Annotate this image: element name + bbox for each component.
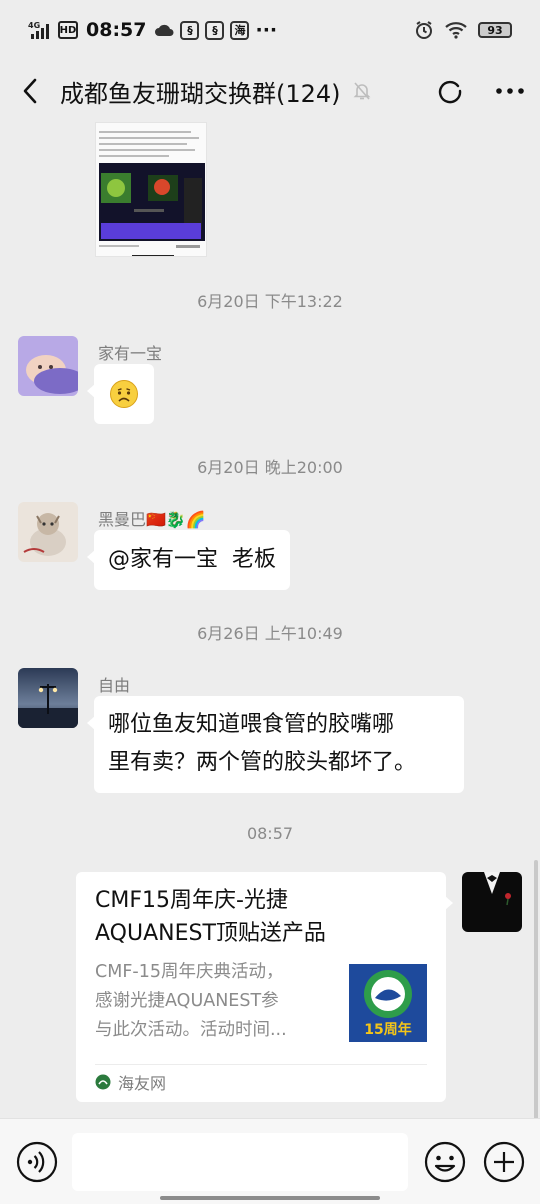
message-bubble[interactable]: @家有一宝 老板 xyxy=(87,530,290,590)
status-left: 4G HD 08:57 § § 海 ··· xyxy=(28,19,277,41)
alarm-icon xyxy=(416,21,432,39)
avatar[interactable] xyxy=(18,502,78,562)
battery-indicator: 93 xyxy=(478,22,512,38)
input-bar xyxy=(0,1118,540,1204)
status-time: 08:57 xyxy=(86,19,147,41)
svg-text:4G: 4G xyxy=(28,21,40,30)
message-input[interactable] xyxy=(72,1133,408,1191)
avatar-image xyxy=(18,336,78,396)
link-card-source-name: 海友网 xyxy=(118,1074,167,1093)
plus-icon xyxy=(483,1141,525,1183)
app-notification-badge: 海 xyxy=(230,20,250,40)
more-icon xyxy=(496,88,524,94)
timestamp: 6月20日 下午13:22 xyxy=(197,292,343,311)
status-bar: 4G HD 08:57 § § 海 ··· 93 xyxy=(0,0,540,60)
mute-indicator xyxy=(351,80,373,102)
header-actions xyxy=(420,60,540,122)
link-card-description: CMF-15周年庆典活动， 感谢光捷AQUANEST参 与此次活动。活动时间..… xyxy=(95,958,333,1045)
timestamp: 6月20日 晚上20:00 xyxy=(197,458,343,477)
voice-button[interactable] xyxy=(16,1141,58,1183)
link-card-divider xyxy=(95,1064,427,1065)
link-card-desc-line: 与此次活动。活动时间... xyxy=(95,1020,287,1040)
refresh-icon xyxy=(438,80,462,104)
back-button[interactable] xyxy=(0,60,60,122)
app-notification-icon: § xyxy=(180,20,200,40)
link-card-thumbnail: 15周年 xyxy=(349,964,427,1042)
sender-name: 黑曼巴🇨🇳🐉🌈 xyxy=(98,510,206,529)
image-message-thumbnail xyxy=(96,123,206,256)
message-bubble[interactable] xyxy=(87,364,154,424)
more-functions-button[interactable] xyxy=(483,1141,525,1183)
link-card-title: CMF15周年庆-光捷 AQUANEST顶贴送产品 xyxy=(95,884,435,950)
wifi-icon xyxy=(445,22,467,39)
link-card-title-line: AQUANEST顶贴送产品 xyxy=(95,921,326,946)
chat-area[interactable]: 6月20日 下午13:22 家有一宝 6月20日 晚上20:00 黑曼巴🇨� xyxy=(0,122,540,1116)
home-indicator[interactable] xyxy=(160,1196,380,1200)
sender-name: 自由 xyxy=(98,676,131,695)
status-right: 93 xyxy=(414,20,512,40)
link-card-desc-line: 感谢光捷AQUANEST参 xyxy=(95,991,279,1011)
emoji-icon xyxy=(424,1141,466,1183)
avatar-image xyxy=(462,872,522,932)
anniversary-logo-image: 15周年 xyxy=(349,964,427,1042)
source-logo-icon xyxy=(95,1074,111,1090)
message-bubble[interactable]: 哪位鱼友知道喂食管的胶嘴哪 里有卖？两个管的胶头都坏了。 xyxy=(87,696,464,793)
avatar[interactable] xyxy=(18,336,78,396)
app-notification-icon: § xyxy=(205,20,225,40)
link-card-title-line: CMF15周年庆-光捷 xyxy=(95,888,288,913)
refresh-button[interactable] xyxy=(420,60,480,122)
message-line: 哪位鱼友知道喂食管的胶嘴哪 xyxy=(108,712,395,737)
more-button[interactable] xyxy=(480,60,540,122)
message-line: 里有卖？两个管的胶头都坏了。 xyxy=(108,750,417,775)
svg-text:15周年: 15周年 xyxy=(364,1021,411,1038)
link-card[interactable]: CMF15周年庆-光捷 AQUANEST顶贴送产品 CMF-15周年庆典活动， … xyxy=(76,872,453,1102)
chat-title: 成都鱼友珊瑚交换群(124) xyxy=(60,79,341,108)
sender-name: 家有一宝 xyxy=(98,344,163,363)
avatar-image xyxy=(18,502,78,562)
more-notifications: ··· xyxy=(255,19,278,41)
emoji-button[interactable] xyxy=(424,1141,466,1183)
chat-header: 成都鱼友珊瑚交换群(124) xyxy=(0,60,540,122)
hd-badge: HD xyxy=(58,21,78,39)
avatar-image xyxy=(18,668,78,728)
voice-icon xyxy=(16,1141,58,1183)
timestamp: 08:57 xyxy=(246,824,294,843)
sad-face-icon xyxy=(110,380,138,408)
timestamp: 6月26日 上午10:49 xyxy=(197,624,343,643)
signal-icon: 4G xyxy=(28,21,49,39)
link-card-source: 海友网 xyxy=(95,1070,166,1094)
my-avatar[interactable] xyxy=(462,872,522,932)
link-card-desc-line: CMF-15周年庆典活动， xyxy=(95,962,284,982)
mute-bell-icon xyxy=(353,82,370,100)
cloud-icon xyxy=(155,24,174,36)
back-arrow-icon xyxy=(23,78,37,104)
image-message[interactable] xyxy=(95,122,207,257)
avatar[interactable] xyxy=(18,668,78,728)
scrollbar[interactable] xyxy=(534,860,538,1120)
